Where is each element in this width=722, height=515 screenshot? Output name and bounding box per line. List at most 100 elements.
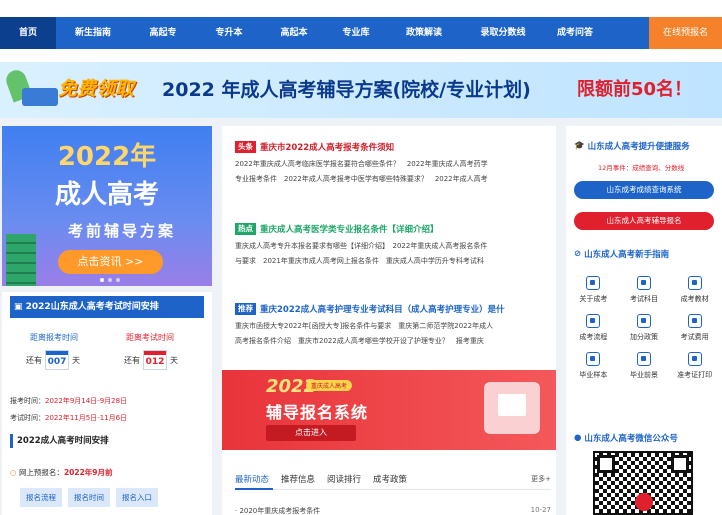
news-links-line[interactable]: 专业报考条件 2022年成人高考报考中医学有哪些特殊要求？ 2022年成人高考 bbox=[235, 174, 551, 184]
guide-item-label: 成考流程 bbox=[579, 333, 608, 341]
wechat-icon: ● bbox=[574, 433, 582, 443]
tab-recommended[interactable]: 推荐信息 bbox=[281, 473, 315, 485]
news-links-line[interactable]: 与要求 2021年重庆市成人高考网上报名条件 重庆成人高中学历升专科考试科 bbox=[235, 256, 551, 266]
book-icon bbox=[636, 276, 651, 290]
guide-item-label: 毕业样本 bbox=[579, 371, 608, 379]
plus-icon bbox=[636, 314, 651, 328]
guide-grid: 关于成考 考试科目 成考教材 成考流程 加分政策 考试费用 毕业样本 毕业前景 … bbox=[568, 276, 720, 380]
wechat-heading: ● 山东成人高考微信公众号 bbox=[574, 432, 678, 444]
bullet-icon: ○ bbox=[10, 468, 19, 477]
exam-promo-carousel[interactable]: 2022年 成人高考 考前辅导方案 点击资讯 >> bbox=[2, 126, 212, 286]
nav-item-college-to-bachelor[interactable]: 专升本 bbox=[196, 17, 262, 49]
service-sidebar: 🎓 山东成人高考提升便捷服务 12月事件：成绩查询、分数线 山东成考成绩查询系统 … bbox=[566, 126, 722, 515]
service-note: 12月事件：成绩查询、分数线 bbox=[598, 164, 685, 172]
registration-process-link[interactable]: 报名流程 bbox=[20, 488, 62, 507]
guide-heading-text: 山东成人高考新手指南 bbox=[584, 250, 670, 260]
guide-item-label: 成考教材 bbox=[680, 295, 709, 303]
countdown-exam-days: 012 bbox=[143, 350, 167, 370]
carousel-dot[interactable] bbox=[108, 278, 112, 282]
more-link[interactable]: 更多+ bbox=[531, 474, 551, 484]
registration-time: 报考时间：2022年9月14日-9月28日 bbox=[10, 396, 127, 406]
online-preregister-label: 网上预报名： bbox=[18, 468, 64, 477]
banner-limit: 限额前50名！ bbox=[577, 79, 693, 100]
guide-item-label: 考试科目 bbox=[629, 295, 658, 303]
news-links-line[interactable]: 2022年重庆成人高考临床医学报名要符合哪些条件？ 2022年重庆成人高考药学 bbox=[235, 159, 551, 169]
system-banner-tag: 重庆成人高考 bbox=[306, 380, 353, 391]
countdown-exam-label: 距离考试时间 bbox=[126, 333, 174, 342]
guide-item-admission-ticket[interactable]: 准考证打印 bbox=[669, 352, 720, 380]
news-links-line[interactable]: 重庆成人高考专升本报名要求有哪些【详细介绍】 2022年重庆成人高考报名条件 bbox=[235, 241, 551, 251]
nav-item-scores[interactable]: 录取分数线 bbox=[462, 17, 544, 49]
news-links-line[interactable]: 重庆市函授大专2022年[函授大专]报名条件与要求 重庆第二师范学院2022年成… bbox=[235, 321, 551, 331]
tutoring-signup-button[interactable]: 山东成人高考辅导报名 bbox=[574, 212, 714, 230]
guide-item-label: 毕业前景 bbox=[629, 371, 658, 379]
briefcase-icon bbox=[636, 352, 651, 366]
nav-item-home[interactable]: 首页 bbox=[0, 17, 56, 49]
exam-time-value: 2022年11月5日-11月6日 bbox=[45, 414, 128, 422]
news-block-recommend: 推荐 重庆2022成人高考护理专业考试科目（成人高考护理专业）是什 重庆市函授大… bbox=[235, 302, 551, 346]
tutoring-registration-banner[interactable]: 2022 重庆成人高考 辅导报名系统 点击进入 bbox=[222, 370, 556, 450]
guide-item-textbooks[interactable]: 成考教材 bbox=[669, 276, 720, 304]
books-illustration bbox=[6, 234, 36, 286]
graduation-cap-icon: 🎓 bbox=[574, 141, 585, 151]
tab-divider bbox=[235, 489, 551, 490]
banner-title: 2022 年成人高考辅导方案(院校/专业计划) bbox=[162, 79, 531, 101]
news-block-headline: 头条 重庆市2022成人高考报考条件须知 2022年重庆成人高考临床医学报名要符… bbox=[235, 140, 551, 184]
exam-time-label: 考试时间： bbox=[10, 414, 45, 422]
news-headline[interactable]: 重庆市2022成人高考报考条件须知 bbox=[260, 141, 394, 153]
enter-system-button[interactable]: 点击进入 bbox=[266, 425, 356, 441]
calendar-icon: ▣ bbox=[14, 302, 26, 312]
guide-item-bonus[interactable]: 加分政策 bbox=[619, 314, 670, 342]
countdown-register-label: 距离报考时间 bbox=[30, 333, 78, 342]
nav-item-freshman-guide[interactable]: 新生指南 bbox=[56, 17, 130, 49]
guide-item-certificate[interactable]: 毕业样本 bbox=[568, 352, 619, 380]
carousel-dot[interactable] bbox=[116, 278, 120, 282]
countdown-register-days: 007 bbox=[45, 350, 69, 370]
registration-entry-link[interactable]: 报名入口 bbox=[116, 488, 158, 507]
registration-links: 报名流程 报名时间 报名入口 bbox=[20, 488, 158, 507]
countdown-prefix: 还有 bbox=[124, 355, 140, 365]
nav-item-majors[interactable]: 专业库 bbox=[326, 17, 386, 49]
nav-item-high-to-college[interactable]: 高起专 bbox=[130, 17, 196, 49]
tab-latest[interactable]: 最新动态 bbox=[235, 473, 269, 485]
list-item-title[interactable]: · 2020年重庆成考报考条件 bbox=[235, 506, 320, 515]
news-links-line[interactable]: 高考报名条件介绍 重庆市2022成人高考哪些学校开设了护理专业？ 报考重庆 bbox=[235, 336, 551, 346]
exam-schedule-heading-text: 2022山东成人高考考试时间安排 bbox=[25, 302, 159, 312]
promo-year: 2022年 bbox=[57, 142, 157, 172]
book-illustration bbox=[22, 88, 58, 106]
promo-subtitle: 考前辅导方案 bbox=[67, 222, 176, 240]
online-preregister-value: 2022年9月前 bbox=[63, 468, 113, 477]
exam-schedule-heading: ▣ 2022山东成人高考考试时间安排 bbox=[10, 296, 204, 318]
top-navigation: 首页 新生指南 高起专 专升本 高起本 专业库 政策解读 录取分数线 成考问答 … bbox=[0, 0, 722, 62]
news-headline[interactable]: 重庆2022成人高考护理专业考试科目（成人高考护理专业）是什 bbox=[260, 303, 505, 315]
tab-ranking[interactable]: 阅读排行 bbox=[327, 473, 361, 485]
guide-item-process[interactable]: 成考流程 bbox=[568, 314, 619, 342]
guide-item-fees[interactable]: 考试费用 bbox=[669, 314, 720, 342]
guide-item-subjects[interactable]: 考试科目 bbox=[619, 276, 670, 304]
countdown-register: 还有 007 天 bbox=[26, 350, 80, 370]
online-preregister-button[interactable]: 在线预报名 bbox=[649, 17, 722, 49]
guide-item-label: 准考证打印 bbox=[677, 371, 713, 379]
laptop-illustration bbox=[484, 382, 540, 434]
exam-schedule-panel: ▣ 2022山东成人高考考试时间安排 距离报考时间 距离考试时间 还有 007 … bbox=[2, 292, 212, 515]
promo-banner[interactable]: 免费领取 2022 年成人高考辅导方案(院校/专业计划) 限额前50名！ bbox=[0, 62, 722, 118]
textbook-icon bbox=[687, 276, 702, 290]
nav-item-faq[interactable]: 成考问答 bbox=[544, 17, 606, 49]
nav-item-policy[interactable]: 政策解读 bbox=[386, 17, 462, 49]
tab-policy[interactable]: 成考政策 bbox=[373, 473, 407, 485]
nav-item-high-to-bachelor[interactable]: 高起本 bbox=[262, 17, 326, 49]
guide-item-prospects[interactable]: 毕业前景 bbox=[619, 352, 670, 380]
registration-time-link[interactable]: 报名时间 bbox=[68, 488, 110, 507]
active-tab-underline bbox=[235, 488, 273, 490]
list-item[interactable]: · 2020年重庆成考报考条件 10-27 bbox=[235, 506, 551, 515]
news-headline[interactable]: 重庆成人高考医学类专业报名条件【详细介绍】 bbox=[260, 223, 439, 235]
guide-heading: ⊘ 山东成人高考新手指南 bbox=[574, 248, 669, 260]
carousel-dot[interactable] bbox=[100, 278, 104, 282]
news-tag: 推荐 bbox=[235, 303, 256, 315]
guide-item-about[interactable]: 关于成考 bbox=[568, 276, 619, 304]
nav-bar: 首页 新生指南 高起专 专升本 高起本 专业库 政策解读 录取分数线 成考问答 … bbox=[0, 17, 722, 49]
service-heading-text: 山东成人高考提升便捷服务 bbox=[587, 142, 690, 152]
promo-title: 成人高考 bbox=[54, 180, 159, 210]
score-query-button[interactable]: 山东成考成绩查询系统 bbox=[574, 181, 714, 199]
promo-info-button[interactable]: 点击资讯 >> bbox=[58, 250, 163, 274]
